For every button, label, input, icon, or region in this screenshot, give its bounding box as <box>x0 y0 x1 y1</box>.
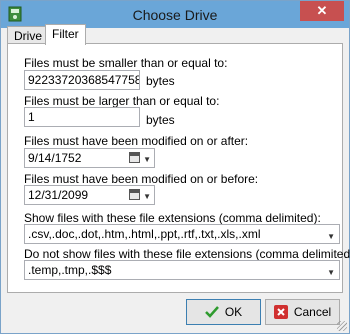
tab-filter[interactable]: Filter <box>45 24 86 45</box>
date-before-value: 12/31/2099 <box>28 188 89 202</box>
close-icon: ✕ <box>316 3 328 18</box>
date-before-picker[interactable]: 12/31/2099 ▼ <box>24 185 155 205</box>
include-ext-combo[interactable]: .csv,.doc,.dot,.htm,.html,.ppt,.rtf,.txt… <box>24 224 340 244</box>
filter-panel: Files must be smaller than or equal to: … <box>7 43 350 293</box>
size-min-input[interactable]: 1 <box>24 107 140 127</box>
size-max-label: Files must be smaller than or equal to: <box>24 56 228 70</box>
include-ext-value: .csv,.doc,.dot,.htm,.html,.ppt,.rtf,.txt… <box>28 227 261 241</box>
date-after-picker[interactable]: 9/14/1752 ▼ <box>24 148 155 168</box>
cancel-label: Cancel <box>293 305 332 319</box>
exclude-ext-value: .temp,.tmp,.$$$ <box>28 263 112 277</box>
exclude-ext-label: Do not show files with these file extens… <box>24 247 350 261</box>
ok-label: OK <box>224 305 243 319</box>
chevron-down-icon[interactable]: ▼ <box>143 188 151 204</box>
chevron-down-icon[interactable]: ▼ <box>327 264 335 279</box>
size-min-unit: bytes <box>146 113 175 127</box>
include-ext-label: Show files with these file extensions (c… <box>24 211 321 225</box>
resize-grip[interactable] <box>337 321 347 331</box>
ok-button[interactable]: OK <box>186 299 261 325</box>
checkmark-icon <box>204 303 219 318</box>
date-after-value: 9/14/1752 <box>28 151 82 165</box>
exclude-ext-combo[interactable]: .temp,.tmp,.$$$ ▼ <box>24 260 340 280</box>
calendar-icon[interactable] <box>129 152 140 163</box>
size-min-label: Files must be larger than or equal to: <box>24 94 220 108</box>
date-before-label: Files must have been modified on or befo… <box>24 172 259 186</box>
size-max-unit: bytes <box>146 74 175 88</box>
cancel-button[interactable]: Cancel <box>265 299 340 325</box>
date-after-label: Files must have been modified on or afte… <box>24 134 249 148</box>
size-max-input[interactable]: 9223372036854775807 <box>24 70 140 90</box>
tab-drive[interactable]: Drive <box>7 26 50 44</box>
chevron-down-icon[interactable]: ▼ <box>327 228 335 243</box>
choose-drive-dialog: Choose Drive ✕ Drive Filter Files must b… <box>0 0 350 334</box>
window-title: Choose Drive <box>132 7 218 23</box>
calendar-icon[interactable] <box>129 189 140 200</box>
close-button[interactable]: ✕ <box>300 1 344 21</box>
cancel-x-icon <box>273 303 288 319</box>
chevron-down-icon[interactable]: ▼ <box>143 151 151 167</box>
